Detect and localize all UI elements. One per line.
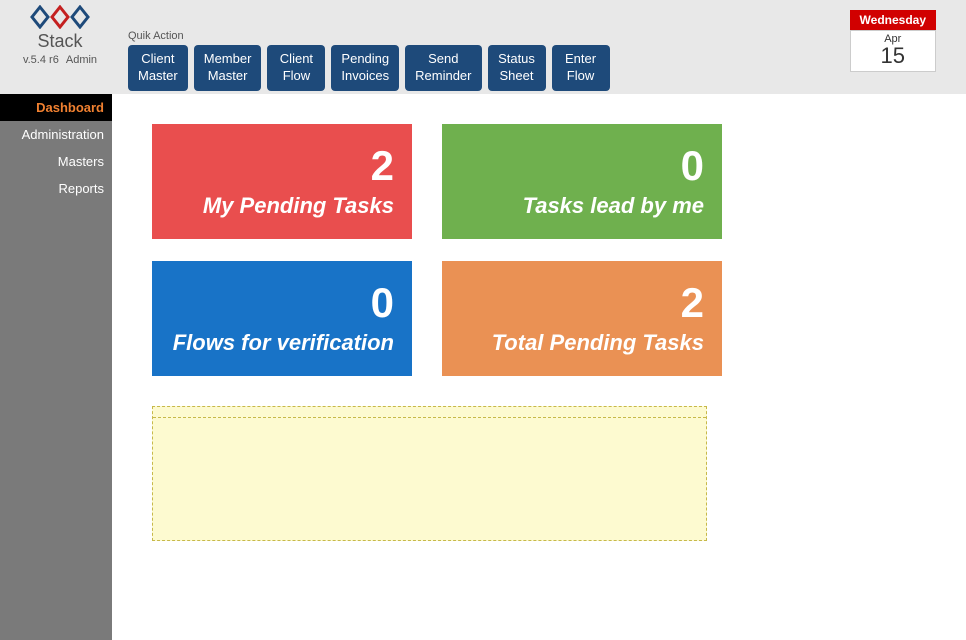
card-value: 0	[170, 282, 394, 324]
header: Stack v.5.4 r6 Admin Quik Action ClientM…	[0, 0, 966, 94]
role-text: Admin	[66, 54, 97, 66]
quick-action-label: Quik Action	[128, 30, 610, 42]
card-total-pending[interactable]: 2 Total Pending Tasks	[442, 261, 722, 376]
content: 2 My Pending Tasks 0 Tasks lead by me 0 …	[112, 94, 966, 640]
date-day-name: Wednesday	[850, 10, 936, 30]
card-label: My Pending Tasks	[170, 193, 394, 219]
card-label: Flows for verification	[170, 330, 394, 356]
card-label: Tasks lead by me	[460, 193, 704, 219]
client-master-button[interactable]: ClientMaster	[128, 45, 188, 91]
logo-icon	[10, 5, 110, 29]
sidebar-item-masters[interactable]: Masters	[0, 148, 112, 175]
pending-invoices-button[interactable]: PendingInvoices	[331, 45, 399, 91]
notes-area[interactable]	[152, 406, 707, 541]
enter-flow-button[interactable]: EnterFlow	[552, 45, 610, 91]
date-body: Apr 15	[850, 30, 936, 72]
card-tasks-lead[interactable]: 0 Tasks lead by me	[442, 124, 722, 239]
app-name: Stack	[10, 31, 110, 52]
quick-action-area: Quik Action ClientMaster MemberMaster Cl…	[128, 30, 610, 91]
sidebar: Dashboard Administration Masters Reports	[0, 94, 112, 640]
date-widget: Wednesday Apr 15	[850, 10, 936, 72]
sidebar-item-dashboard[interactable]: Dashboard	[0, 94, 112, 121]
card-value: 0	[460, 145, 704, 187]
card-value: 2	[170, 145, 394, 187]
card-my-pending-tasks[interactable]: 2 My Pending Tasks	[152, 124, 412, 239]
client-flow-button[interactable]: ClientFlow	[267, 45, 325, 91]
logo-area: Stack v.5.4 r6 Admin	[10, 5, 110, 66]
card-flows-verification[interactable]: 0 Flows for verification	[152, 261, 412, 376]
member-master-button[interactable]: MemberMaster	[194, 45, 262, 91]
sidebar-item-reports[interactable]: Reports	[0, 175, 112, 202]
sidebar-item-administration[interactable]: Administration	[0, 121, 112, 148]
dashboard-cards: 2 My Pending Tasks 0 Tasks lead by me 0 …	[152, 124, 926, 376]
main: Dashboard Administration Masters Reports…	[0, 94, 966, 640]
version-text: v.5.4 r6	[23, 54, 59, 66]
card-value: 2	[460, 282, 704, 324]
send-reminder-button[interactable]: SendReminder	[405, 45, 481, 91]
notes-inner	[153, 417, 706, 532]
version-info: v.5.4 r6 Admin	[10, 54, 110, 66]
status-sheet-button[interactable]: StatusSheet	[488, 45, 546, 91]
action-buttons: ClientMaster MemberMaster ClientFlow Pen…	[128, 45, 610, 91]
card-label: Total Pending Tasks	[460, 330, 704, 356]
date-day-num: 15	[865, 45, 921, 67]
